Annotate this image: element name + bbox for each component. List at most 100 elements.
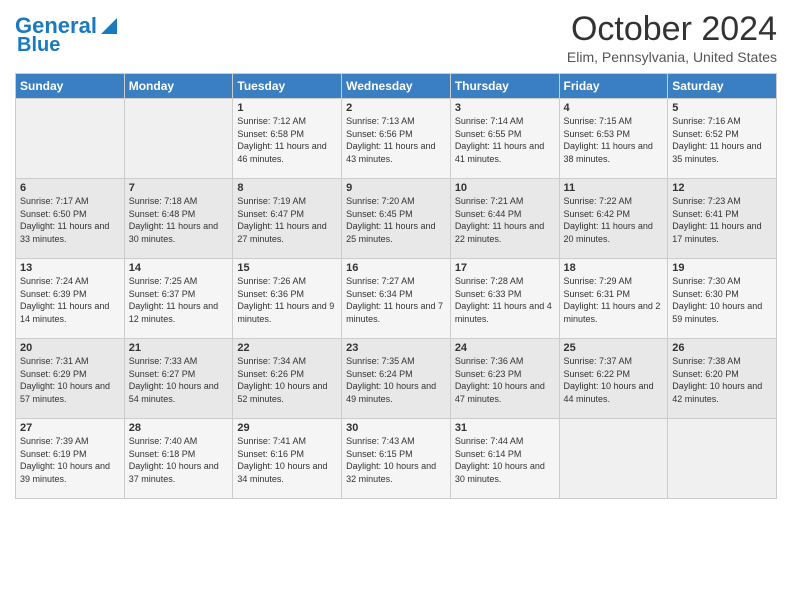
header-saturday: Saturday xyxy=(668,74,777,99)
header-friday: Friday xyxy=(559,74,668,99)
day-number: 2 xyxy=(346,102,446,114)
day-cell: 12Sunrise: 7:23 AM Sunset: 6:41 PM Dayli… xyxy=(668,179,777,259)
day-cell: 30Sunrise: 7:43 AM Sunset: 6:15 PM Dayli… xyxy=(342,419,451,499)
day-number: 5 xyxy=(672,102,772,114)
week-row-4: 20Sunrise: 7:31 AM Sunset: 6:29 PM Dayli… xyxy=(16,339,777,419)
day-cell: 16Sunrise: 7:27 AM Sunset: 6:34 PM Dayli… xyxy=(342,259,451,339)
day-cell: 3Sunrise: 7:14 AM Sunset: 6:55 PM Daylig… xyxy=(450,99,559,179)
day-number: 21 xyxy=(129,342,229,354)
day-number: 25 xyxy=(564,342,664,354)
day-info: Sunrise: 7:35 AM Sunset: 6:24 PM Dayligh… xyxy=(346,355,446,405)
day-info: Sunrise: 7:17 AM Sunset: 6:50 PM Dayligh… xyxy=(20,195,120,245)
day-number: 16 xyxy=(346,262,446,274)
day-info: Sunrise: 7:31 AM Sunset: 6:29 PM Dayligh… xyxy=(20,355,120,405)
day-cell xyxy=(668,419,777,499)
day-cell: 17Sunrise: 7:28 AM Sunset: 6:33 PM Dayli… xyxy=(450,259,559,339)
day-number: 20 xyxy=(20,342,120,354)
day-cell: 4Sunrise: 7:15 AM Sunset: 6:53 PM Daylig… xyxy=(559,99,668,179)
day-cell: 1Sunrise: 7:12 AM Sunset: 6:58 PM Daylig… xyxy=(233,99,342,179)
day-number: 9 xyxy=(346,182,446,194)
day-number: 10 xyxy=(455,182,555,194)
location: Elim, Pennsylvania, United States xyxy=(567,49,777,65)
day-info: Sunrise: 7:15 AM Sunset: 6:53 PM Dayligh… xyxy=(564,115,664,165)
day-number: 12 xyxy=(672,182,772,194)
calendar-table: SundayMondayTuesdayWednesdayThursdayFrid… xyxy=(15,73,777,499)
day-cell: 23Sunrise: 7:35 AM Sunset: 6:24 PM Dayli… xyxy=(342,339,451,419)
day-info: Sunrise: 7:33 AM Sunset: 6:27 PM Dayligh… xyxy=(129,355,229,405)
day-number: 1 xyxy=(237,102,337,114)
day-cell xyxy=(559,419,668,499)
day-cell: 10Sunrise: 7:21 AM Sunset: 6:44 PM Dayli… xyxy=(450,179,559,259)
day-cell: 15Sunrise: 7:26 AM Sunset: 6:36 PM Dayli… xyxy=(233,259,342,339)
logo-subtext: Blue xyxy=(17,34,60,56)
day-number: 26 xyxy=(672,342,772,354)
day-number: 14 xyxy=(129,262,229,274)
day-info: Sunrise: 7:29 AM Sunset: 6:31 PM Dayligh… xyxy=(564,275,664,325)
day-info: Sunrise: 7:20 AM Sunset: 6:45 PM Dayligh… xyxy=(346,195,446,245)
day-cell: 24Sunrise: 7:36 AM Sunset: 6:23 PM Dayli… xyxy=(450,339,559,419)
day-cell: 9Sunrise: 7:20 AM Sunset: 6:45 PM Daylig… xyxy=(342,179,451,259)
day-info: Sunrise: 7:19 AM Sunset: 6:47 PM Dayligh… xyxy=(237,195,337,245)
day-number: 30 xyxy=(346,422,446,434)
calendar-header: SundayMondayTuesdayWednesdayThursdayFrid… xyxy=(16,74,777,99)
day-info: Sunrise: 7:28 AM Sunset: 6:33 PM Dayligh… xyxy=(455,275,555,325)
day-info: Sunrise: 7:21 AM Sunset: 6:44 PM Dayligh… xyxy=(455,195,555,245)
day-info: Sunrise: 7:23 AM Sunset: 6:41 PM Dayligh… xyxy=(672,195,772,245)
day-cell: 20Sunrise: 7:31 AM Sunset: 6:29 PM Dayli… xyxy=(16,339,125,419)
day-number: 29 xyxy=(237,422,337,434)
day-info: Sunrise: 7:44 AM Sunset: 6:14 PM Dayligh… xyxy=(455,435,555,485)
day-cell: 31Sunrise: 7:44 AM Sunset: 6:14 PM Dayli… xyxy=(450,419,559,499)
day-cell: 29Sunrise: 7:41 AM Sunset: 6:16 PM Dayli… xyxy=(233,419,342,499)
day-info: Sunrise: 7:30 AM Sunset: 6:30 PM Dayligh… xyxy=(672,275,772,325)
day-info: Sunrise: 7:18 AM Sunset: 6:48 PM Dayligh… xyxy=(129,195,229,245)
day-number: 11 xyxy=(564,182,664,194)
day-info: Sunrise: 7:14 AM Sunset: 6:55 PM Dayligh… xyxy=(455,115,555,165)
week-row-2: 6Sunrise: 7:17 AM Sunset: 6:50 PM Daylig… xyxy=(16,179,777,259)
day-info: Sunrise: 7:26 AM Sunset: 6:36 PM Dayligh… xyxy=(237,275,337,325)
header-thursday: Thursday xyxy=(450,74,559,99)
day-cell: 14Sunrise: 7:25 AM Sunset: 6:37 PM Dayli… xyxy=(124,259,233,339)
day-cell: 21Sunrise: 7:33 AM Sunset: 6:27 PM Dayli… xyxy=(124,339,233,419)
day-number: 22 xyxy=(237,342,337,354)
day-cell: 18Sunrise: 7:29 AM Sunset: 6:31 PM Dayli… xyxy=(559,259,668,339)
day-cell: 11Sunrise: 7:22 AM Sunset: 6:42 PM Dayli… xyxy=(559,179,668,259)
day-info: Sunrise: 7:39 AM Sunset: 6:19 PM Dayligh… xyxy=(20,435,120,485)
calendar-body: 1Sunrise: 7:12 AM Sunset: 6:58 PM Daylig… xyxy=(16,99,777,499)
header-wednesday: Wednesday xyxy=(342,74,451,99)
day-number: 17 xyxy=(455,262,555,274)
day-info: Sunrise: 7:36 AM Sunset: 6:23 PM Dayligh… xyxy=(455,355,555,405)
header-monday: Monday xyxy=(124,74,233,99)
day-number: 31 xyxy=(455,422,555,434)
month-title: October 2024 xyxy=(567,10,777,49)
day-cell: 7Sunrise: 7:18 AM Sunset: 6:48 PM Daylig… xyxy=(124,179,233,259)
day-cell: 19Sunrise: 7:30 AM Sunset: 6:30 PM Dayli… xyxy=(668,259,777,339)
day-cell xyxy=(16,99,125,179)
day-cell: 13Sunrise: 7:24 AM Sunset: 6:39 PM Dayli… xyxy=(16,259,125,339)
day-info: Sunrise: 7:34 AM Sunset: 6:26 PM Dayligh… xyxy=(237,355,337,405)
day-number: 23 xyxy=(346,342,446,354)
day-number: 8 xyxy=(237,182,337,194)
day-number: 28 xyxy=(129,422,229,434)
day-info: Sunrise: 7:27 AM Sunset: 6:34 PM Dayligh… xyxy=(346,275,446,325)
day-number: 3 xyxy=(455,102,555,114)
day-cell: 27Sunrise: 7:39 AM Sunset: 6:19 PM Dayli… xyxy=(16,419,125,499)
day-info: Sunrise: 7:37 AM Sunset: 6:22 PM Dayligh… xyxy=(564,355,664,405)
day-cell: 8Sunrise: 7:19 AM Sunset: 6:47 PM Daylig… xyxy=(233,179,342,259)
day-number: 13 xyxy=(20,262,120,274)
day-number: 24 xyxy=(455,342,555,354)
title-block: October 2024 Elim, Pennsylvania, United … xyxy=(567,10,777,65)
day-info: Sunrise: 7:38 AM Sunset: 6:20 PM Dayligh… xyxy=(672,355,772,405)
day-number: 6 xyxy=(20,182,120,194)
day-info: Sunrise: 7:25 AM Sunset: 6:37 PM Dayligh… xyxy=(129,275,229,325)
day-cell: 28Sunrise: 7:40 AM Sunset: 6:18 PM Dayli… xyxy=(124,419,233,499)
logo-icon xyxy=(99,14,119,36)
header-sunday: Sunday xyxy=(16,74,125,99)
day-cell: 2Sunrise: 7:13 AM Sunset: 6:56 PM Daylig… xyxy=(342,99,451,179)
day-info: Sunrise: 7:43 AM Sunset: 6:15 PM Dayligh… xyxy=(346,435,446,485)
page-header: General Blue October 2024 Elim, Pennsylv… xyxy=(15,10,777,65)
week-row-3: 13Sunrise: 7:24 AM Sunset: 6:39 PM Dayli… xyxy=(16,259,777,339)
logo: General Blue xyxy=(15,14,119,56)
day-number: 18 xyxy=(564,262,664,274)
day-info: Sunrise: 7:40 AM Sunset: 6:18 PM Dayligh… xyxy=(129,435,229,485)
day-info: Sunrise: 7:22 AM Sunset: 6:42 PM Dayligh… xyxy=(564,195,664,245)
